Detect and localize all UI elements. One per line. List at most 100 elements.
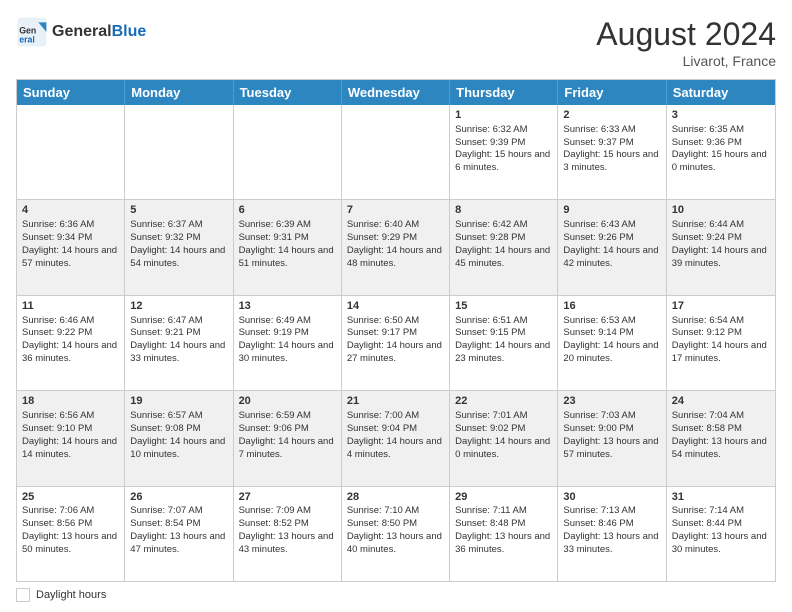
sunrise-text: Sunrise: 7:14 AM [672,505,770,518]
calendar-header: Sunday Monday Tuesday Wednesday Thursday… [17,80,775,105]
cal-cell-3-4: 14Sunrise: 6:50 AMSunset: 9:17 PMDayligh… [342,296,450,390]
header-tuesday: Tuesday [234,80,342,105]
calendar-week-3: 11Sunrise: 6:46 AMSunset: 9:22 PMDayligh… [17,295,775,390]
daylight-text: Daylight: 14 hours and 23 minutes. [455,340,552,366]
day-number: 30 [563,490,660,505]
day-number: 31 [672,490,770,505]
day-number: 11 [22,299,119,314]
daylight-text: Daylight: 14 hours and 42 minutes. [563,245,660,271]
sunset-text: Sunset: 9:04 PM [347,423,444,436]
daylight-text: Daylight: 15 hours and 3 minutes. [563,149,660,175]
day-number: 26 [130,490,227,505]
sunrise-text: Sunrise: 7:03 AM [563,410,660,423]
day-number: 18 [22,394,119,409]
cal-cell-1-1 [17,105,125,199]
header-thursday: Thursday [450,80,558,105]
cal-cell-4-4: 21Sunrise: 7:00 AMSunset: 9:04 PMDayligh… [342,391,450,485]
daylight-text: Daylight: 14 hours and 39 minutes. [672,245,770,271]
calendar-week-4: 18Sunrise: 6:56 AMSunset: 9:10 PMDayligh… [17,390,775,485]
sunset-text: Sunset: 9:02 PM [455,423,552,436]
day-number: 8 [455,203,552,218]
cal-cell-4-1: 18Sunrise: 6:56 AMSunset: 9:10 PMDayligh… [17,391,125,485]
daylight-text: Daylight: 14 hours and 36 minutes. [22,340,119,366]
cal-cell-5-4: 28Sunrise: 7:10 AMSunset: 8:50 PMDayligh… [342,487,450,581]
sunrise-text: Sunrise: 6:59 AM [239,410,336,423]
day-number: 5 [130,203,227,218]
sunrise-text: Sunrise: 6:53 AM [563,315,660,328]
sunrise-text: Sunrise: 7:01 AM [455,410,552,423]
sunrise-text: Sunrise: 6:50 AM [347,315,444,328]
cal-cell-2-4: 7Sunrise: 6:40 AMSunset: 9:29 PMDaylight… [342,200,450,294]
daylight-text: Daylight: 13 hours and 54 minutes. [672,436,770,462]
legend-box [16,588,30,602]
calendar-week-5: 25Sunrise: 7:06 AMSunset: 8:56 PMDayligh… [17,486,775,581]
day-number: 6 [239,203,336,218]
sunrise-text: Sunrise: 7:07 AM [130,505,227,518]
sunset-text: Sunset: 9:08 PM [130,423,227,436]
daylight-text: Daylight: 13 hours and 40 minutes. [347,531,444,557]
sunrise-text: Sunrise: 6:44 AM [672,219,770,232]
header: Gen eral GeneralBlue August 2024 Livarot… [16,16,776,69]
sunrise-text: Sunrise: 7:13 AM [563,505,660,518]
sunset-text: Sunset: 9:21 PM [130,327,227,340]
cal-cell-2-7: 10Sunrise: 6:44 AMSunset: 9:24 PMDayligh… [667,200,775,294]
cal-cell-5-5: 29Sunrise: 7:11 AMSunset: 8:48 PMDayligh… [450,487,558,581]
header-sunday: Sunday [17,80,125,105]
sunrise-text: Sunrise: 6:36 AM [22,219,119,232]
daylight-text: Daylight: 14 hours and 45 minutes. [455,245,552,271]
title-block: August 2024 Livarot, France [596,16,776,69]
sunset-text: Sunset: 8:44 PM [672,518,770,531]
day-number: 13 [239,299,336,314]
sunset-text: Sunset: 9:06 PM [239,423,336,436]
cal-cell-4-5: 22Sunrise: 7:01 AMSunset: 9:02 PMDayligh… [450,391,558,485]
sunset-text: Sunset: 9:26 PM [563,232,660,245]
cal-cell-1-6: 2Sunrise: 6:33 AMSunset: 9:37 PMDaylight… [558,105,666,199]
daylight-text: Daylight: 13 hours and 36 minutes. [455,531,552,557]
sunset-text: Sunset: 9:17 PM [347,327,444,340]
daylight-text: Daylight: 14 hours and 30 minutes. [239,340,336,366]
logo-blue: Blue [112,23,147,40]
sunrise-text: Sunrise: 7:00 AM [347,410,444,423]
logo: Gen eral GeneralBlue [16,16,146,48]
sunrise-text: Sunrise: 6:57 AM [130,410,227,423]
logo-text: GeneralBlue [52,23,146,41]
sunset-text: Sunset: 8:52 PM [239,518,336,531]
legend-label: Daylight hours [36,589,106,601]
sunset-text: Sunset: 9:31 PM [239,232,336,245]
cal-cell-5-7: 31Sunrise: 7:14 AMSunset: 8:44 PMDayligh… [667,487,775,581]
cal-cell-3-6: 16Sunrise: 6:53 AMSunset: 9:14 PMDayligh… [558,296,666,390]
daylight-text: Daylight: 13 hours and 33 minutes. [563,531,660,557]
daylight-text: Daylight: 13 hours and 30 minutes. [672,531,770,557]
daylight-text: Daylight: 14 hours and 51 minutes. [239,245,336,271]
day-number: 15 [455,299,552,314]
sunset-text: Sunset: 9:24 PM [672,232,770,245]
sunrise-text: Sunrise: 6:54 AM [672,315,770,328]
daylight-text: Daylight: 14 hours and 17 minutes. [672,340,770,366]
sunset-text: Sunset: 8:54 PM [130,518,227,531]
sunrise-text: Sunrise: 6:40 AM [347,219,444,232]
daylight-text: Daylight: 15 hours and 6 minutes. [455,149,552,175]
day-number: 20 [239,394,336,409]
daylight-text: Daylight: 13 hours and 50 minutes. [22,531,119,557]
sunrise-text: Sunrise: 6:37 AM [130,219,227,232]
logo-general: General [52,23,112,40]
sunset-text: Sunset: 9:39 PM [455,137,552,150]
sunrise-text: Sunrise: 6:43 AM [563,219,660,232]
daylight-text: Daylight: 14 hours and 14 minutes. [22,436,119,462]
daylight-text: Daylight: 14 hours and 4 minutes. [347,436,444,462]
sunrise-text: Sunrise: 6:56 AM [22,410,119,423]
cal-cell-4-3: 20Sunrise: 6:59 AMSunset: 9:06 PMDayligh… [234,391,342,485]
daylight-text: Daylight: 14 hours and 7 minutes. [239,436,336,462]
day-number: 28 [347,490,444,505]
sunset-text: Sunset: 9:14 PM [563,327,660,340]
sunset-text: Sunset: 9:10 PM [22,423,119,436]
daylight-text: Daylight: 14 hours and 27 minutes. [347,340,444,366]
sunrise-text: Sunrise: 7:04 AM [672,410,770,423]
svg-text:eral: eral [19,34,35,44]
sunset-text: Sunset: 9:36 PM [672,137,770,150]
cal-cell-2-6: 9Sunrise: 6:43 AMSunset: 9:26 PMDaylight… [558,200,666,294]
daylight-text: Daylight: 14 hours and 0 minutes. [455,436,552,462]
daylight-text: Daylight: 14 hours and 57 minutes. [22,245,119,271]
calendar-week-2: 4Sunrise: 6:36 AMSunset: 9:34 PMDaylight… [17,199,775,294]
daylight-text: Daylight: 14 hours and 20 minutes. [563,340,660,366]
